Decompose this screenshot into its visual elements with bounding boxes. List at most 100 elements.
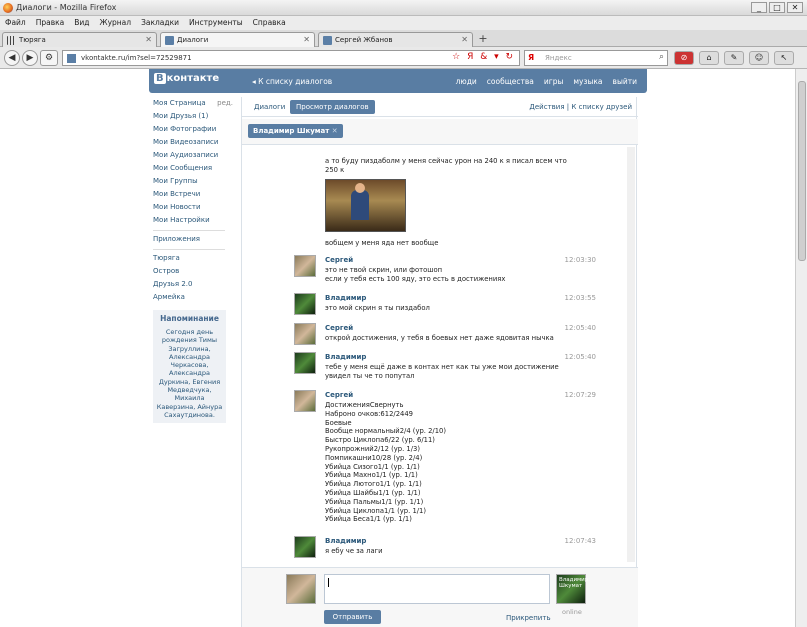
- close-tab-icon[interactable]: ✕: [461, 35, 468, 44]
- vk-icon: [165, 36, 174, 45]
- avatar[interactable]: [294, 293, 316, 315]
- peer-avatar-name: Владимир Шкумат: [559, 577, 589, 589]
- vk-header: Вконтакте ◂ К списку диалогов люди сообщ…: [149, 69, 647, 93]
- peer-chip[interactable]: Владимир Шкумат ✕: [248, 124, 343, 138]
- my-avatar[interactable]: [286, 574, 316, 604]
- cursor-icon[interactable]: ↖: [774, 51, 794, 65]
- page-content: Вконтакте ◂ К списку диалогов люди сообщ…: [0, 69, 795, 627]
- message-time: 12:03:55: [564, 294, 596, 302]
- new-tab-button[interactable]: +: [476, 33, 490, 45]
- minimize-button[interactable]: _: [751, 2, 767, 13]
- message-author[interactable]: Владимир: [325, 294, 366, 302]
- avatar[interactable]: [294, 390, 316, 412]
- nav-music[interactable]: музыка: [573, 77, 602, 86]
- message-author[interactable]: Сергей: [325, 324, 353, 332]
- addon-icon[interactable]: ☺: [749, 51, 769, 65]
- send-button[interactable]: Отправить: [324, 610, 381, 624]
- menu-tools[interactable]: Инструменты: [189, 16, 243, 30]
- message-composer: Владимир Шкумат online Отправить Прикреп…: [242, 567, 638, 627]
- dialog-actions: Действия | К списку друзей: [529, 103, 632, 111]
- friends-list-link[interactable]: К списку друзей: [571, 103, 632, 111]
- sidebar-item-settings[interactable]: Мои Настройки: [153, 214, 233, 227]
- sidebar-item-apps[interactable]: Приложения: [153, 233, 233, 246]
- sidebar-item-videos[interactable]: Мои Видеозаписи: [153, 136, 233, 149]
- avatar[interactable]: [294, 255, 316, 277]
- scrollbar-thumb[interactable]: [798, 81, 806, 261]
- close-tab-icon[interactable]: ✕: [145, 35, 152, 44]
- sidebar-item-my-page[interactable]: Моя Страница ред.: [153, 97, 233, 110]
- menu-help[interactable]: Справка: [253, 16, 286, 30]
- message-history: а то буду пиздаболм у меня сейчас урон н…: [242, 145, 638, 567]
- actions-link[interactable]: Действия: [529, 103, 564, 111]
- page-scrollbar[interactable]: [795, 69, 807, 627]
- window-controls: _ □ ✕: [751, 2, 803, 13]
- tab-view-dialogs[interactable]: Просмотр диалогов: [290, 100, 375, 114]
- search-box[interactable]: Я Яндекс ⌕: [524, 50, 668, 66]
- menu-file[interactable]: Файл: [5, 16, 26, 30]
- sidebar: Моя Страница ред. Мои Друзья (1) Мои Фото…: [153, 97, 233, 304]
- avatar[interactable]: [294, 323, 316, 345]
- avatar[interactable]: [294, 536, 316, 558]
- firefox-icon: [3, 3, 13, 13]
- sidebar-app-armeyka[interactable]: Армейка: [153, 291, 233, 304]
- forward-button[interactable]: ▶: [22, 50, 38, 66]
- close-icon[interactable]: ✕: [332, 127, 338, 135]
- sidebar-app-turyaga[interactable]: Тюряга: [153, 252, 233, 265]
- edit-link[interactable]: ред.: [217, 97, 233, 110]
- message-author[interactable]: Владимир: [325, 353, 366, 361]
- sidebar-item-news[interactable]: Мои Новости: [153, 201, 233, 214]
- birthday-reminder: Напоминание Сегодня день рождения Тимы З…: [153, 310, 226, 424]
- history-scrollbar[interactable]: [627, 147, 635, 562]
- back-to-dialogs-link[interactable]: ◂ К списку диалогов: [252, 77, 332, 86]
- reminder-body[interactable]: Сегодня день рождения Тимы Загруллина, А…: [155, 328, 224, 419]
- attach-link[interactable]: Прикрепить: [506, 614, 551, 622]
- vk-top-nav: люди сообщества игры музыка выйти: [456, 77, 637, 86]
- maximize-button[interactable]: □: [769, 2, 785, 13]
- message-time: 12:07:43: [564, 537, 596, 545]
- menu-bar: Файл Правка Вид Журнал Закладки Инструме…: [0, 16, 807, 30]
- nav-logout[interactable]: выйти: [613, 77, 637, 86]
- back-button[interactable]: ◀: [4, 50, 20, 66]
- avatar[interactable]: [294, 352, 316, 374]
- vk-icon: [323, 36, 332, 45]
- url-tools-icon[interactable]: ☆ Я & ▾ ↻: [452, 52, 515, 62]
- close-tab-icon[interactable]: ✕: [303, 35, 310, 44]
- vk-logo[interactable]: Вконтакте: [154, 73, 219, 84]
- tab-sergey[interactable]: Сергей Жбанов ✕: [318, 32, 473, 47]
- sidebar-item-photos[interactable]: Мои Фотографии: [153, 123, 233, 136]
- tab-label: Сергей Жбанов: [335, 36, 393, 44]
- sidebar-item-friends[interactable]: Мои Друзья (1): [153, 110, 233, 123]
- message-input[interactable]: [324, 574, 550, 604]
- message-time: 12:05:40: [564, 324, 596, 332]
- tab-turyaga[interactable]: Тюряга ✕: [2, 32, 157, 47]
- adblock-icon[interactable]: ⊘: [674, 51, 694, 65]
- nav-communities[interactable]: сообщества: [487, 77, 534, 86]
- sidebar-item-messages[interactable]: Мои Сообщения: [153, 162, 233, 175]
- nav-people[interactable]: люди: [456, 77, 477, 86]
- sidebar-item-events[interactable]: Мои Встречи: [153, 188, 233, 201]
- search-icon[interactable]: ⌕: [659, 52, 664, 62]
- tab-dialogs-list[interactable]: Диалоги: [248, 100, 291, 114]
- sidebar-app-ostrov[interactable]: Остров: [153, 265, 233, 278]
- sidebar-item-audio[interactable]: Мои Аудиозаписи: [153, 149, 233, 162]
- tools-icon[interactable]: ✎: [724, 51, 744, 65]
- menu-view[interactable]: Вид: [74, 16, 89, 30]
- window-title: Диалоги - Mozilla Firefox: [16, 3, 117, 12]
- menu-bookmarks[interactable]: Закладки: [141, 16, 179, 30]
- sidebar-item-groups[interactable]: Мои Группы: [153, 175, 233, 188]
- sidebar-app-druzya[interactable]: Друзья 2.0: [153, 278, 233, 291]
- menu-history[interactable]: Журнал: [100, 16, 132, 30]
- sidebar-divider: [153, 249, 225, 250]
- message-author[interactable]: Сергей: [325, 391, 353, 399]
- message-author[interactable]: Владимир: [325, 537, 366, 545]
- menu-edit[interactable]: Правка: [36, 16, 65, 30]
- message-author[interactable]: Сергей: [325, 256, 353, 264]
- attached-photo[interactable]: [325, 179, 406, 232]
- home-icon[interactable]: ⌂: [699, 51, 719, 65]
- peer-avatar[interactable]: Владимир Шкумат: [556, 574, 589, 604]
- nav-games[interactable]: игры: [544, 77, 564, 86]
- close-button[interactable]: ✕: [787, 2, 803, 13]
- tab-dialogs[interactable]: Диалоги ✕: [160, 32, 315, 47]
- site-identity-icon[interactable]: ⚙: [40, 50, 58, 66]
- url-bar[interactable]: vkontakte.ru/im?sel=72529871 ☆ Я & ▾ ↻: [62, 50, 520, 66]
